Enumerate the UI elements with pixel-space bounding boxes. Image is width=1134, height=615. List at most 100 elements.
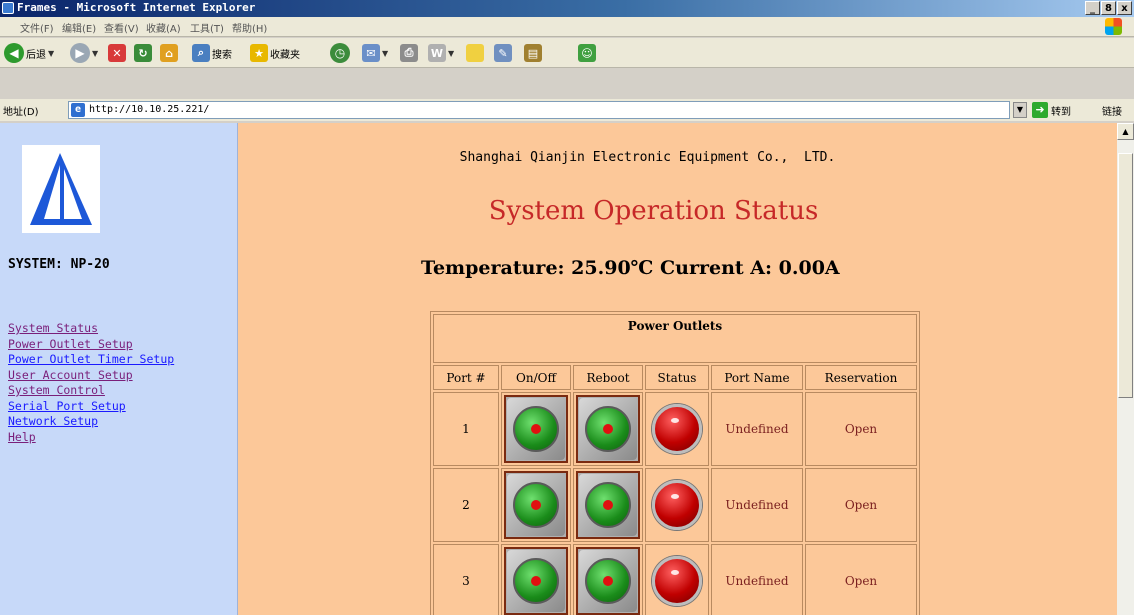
maximize-button[interactable]: 8 [1101,1,1116,15]
status-led-icon [652,480,702,530]
chevron-down-icon: ▼ [92,48,99,58]
chevron-down-icon: ▼ [382,48,389,58]
address-url: http://10.10.25.221/ [89,104,210,115]
home-icon: ⌂ [160,44,178,62]
stop-icon: ✕ [108,44,126,62]
power-switch-icon [585,406,631,452]
pen-icon: ✎ [494,44,512,62]
reboot-button[interactable] [576,395,640,463]
home-button[interactable]: ⌂ [160,42,178,64]
links-toolbar[interactable]: 链接 [1102,103,1122,118]
column-header-status: Status [645,365,709,390]
chevron-down-icon: ▼ [48,48,55,58]
ie-icon [2,2,14,14]
print-icon: ⎙ [400,44,418,62]
page-title: System Operation Status [238,196,1117,226]
menu-edit[interactable]: 编辑(E) [62,20,96,35]
nav-link-help[interactable]: Help [8,430,233,446]
msn-buddy-icon: ☺ [578,44,596,62]
back-button[interactable]: ◀ 后退 ▼ [4,42,54,64]
nav-link-system-control[interactable]: System Control [8,383,233,399]
research-button[interactable]: ▤ [524,42,542,64]
history-button[interactable]: ◷ [330,42,350,64]
go-label: 转到 [1051,106,1071,118]
mail-button[interactable]: ✉ ▼ [362,42,388,64]
edit-button[interactable]: W ▼ [428,42,454,64]
on-off-button[interactable] [504,395,568,463]
address-dropdown-button[interactable]: ▼ [1013,102,1027,118]
power-switch-icon [585,482,631,528]
minimize-button[interactable]: _ [1085,1,1100,15]
star-icon: ★ [250,44,268,62]
refresh-icon: ↻ [134,44,152,62]
window-title: Frames - Microsoft Internet Explorer [17,1,256,14]
windows-logo-icon [1105,18,1122,35]
menu-file[interactable]: 文件(F) [20,20,54,35]
on-off-button[interactable] [504,547,568,615]
favorites-button[interactable]: ★ 收藏夹 [250,42,300,64]
port-number: 1 [433,392,499,466]
search-label: 搜索 [212,49,232,61]
nav-link-serial-port-setup[interactable]: Serial Port Setup [8,399,233,415]
power-switch-icon [513,406,559,452]
reboot-button[interactable] [576,547,640,615]
menu-tools[interactable]: 工具(T) [190,20,224,35]
scroll-up-button[interactable]: ▲ [1117,123,1134,140]
vertical-scrollbar[interactable]: ▲ [1117,123,1134,615]
stop-button[interactable]: ✕ [108,42,126,64]
folder-button[interactable] [466,42,484,64]
window-title-bar[interactable]: Frames - Microsoft Internet Explorer _ 8… [0,0,1134,17]
back-arrow-icon: ◀ [4,43,24,63]
forward-arrow-icon: ▶ [70,43,90,63]
nav-link-user-account-setup[interactable]: User Account Setup [8,368,233,384]
nav-link-system-status[interactable]: System Status [8,321,233,337]
page-icon: e [71,103,85,117]
scroll-thumb[interactable] [1118,153,1133,398]
column-header-reboot: Reboot [573,365,643,390]
search-button[interactable]: ⌕ 搜索 [192,42,232,64]
table-row: 1 Undefined Open [433,392,917,466]
print-button[interactable]: ⎙ [400,42,418,64]
history-icon: ◷ [330,43,350,63]
content-frame: Shanghai Qianjin Electronic Equipment Co… [238,123,1117,615]
favorites-label: 收藏夹 [270,49,300,61]
refresh-button[interactable]: ↻ [134,42,152,64]
menu-favorites[interactable]: 收藏(A) [146,20,181,35]
company-logo [22,145,100,233]
company-name-text: Shanghai Qianjin Electronic Equipment Co… [459,150,836,165]
on-off-button[interactable] [504,471,568,539]
table-row: 3 Undefined Open [433,544,917,615]
back-label: 后退 [26,49,46,61]
nav-link-power-outlet-timer-setup[interactable]: Power Outlet Timer Setup [8,352,188,368]
mail-icon: ✉ [362,44,380,62]
msn-button[interactable]: ☺ [578,42,596,64]
menu-help[interactable]: 帮助(H) [232,20,267,35]
go-button[interactable]: ➜ 转到 [1032,102,1071,118]
reboot-button[interactable] [576,471,640,539]
address-label: 地址(D) [3,107,39,118]
messenger-button[interactable]: ✎ [494,42,512,64]
menu-view[interactable]: 查看(V) [104,20,139,35]
sail-logo-icon [30,153,92,225]
temperature-current-readout: Temperature: 25.90℃ Current A: 0.00A [421,257,840,279]
nav-frame: SYSTEM: NP-20 System Status Power Outlet… [0,123,238,615]
search-icon: ⌕ [192,44,210,62]
folder-icon [466,44,484,62]
nav-link-network-setup[interactable]: Network Setup [8,414,233,430]
forward-button[interactable]: ▶ ▼ [70,42,98,64]
nav-menu: System Status Power Outlet Setup Power O… [8,321,233,445]
close-button[interactable]: x [1117,1,1132,15]
port-name: Undefined [711,392,803,466]
reservation-status: Open [805,392,917,466]
status-led-icon [652,556,702,606]
address-input[interactable]: e http://10.10.25.221/ [68,101,1010,119]
chevron-down-icon: ▼ [448,48,455,58]
toolbar: ◀ 后退 ▼ ▶ ▼ ✕ ↻ ⌂ ⌕ 搜索 ★ 收藏夹 ◷ ✉ ▼ ⎙ W ▼ … [0,38,1134,68]
system-model-label: SYSTEM: NP-20 [8,257,110,272]
column-header-reservation: Reservation [805,365,917,390]
nav-link-power-outlet-setup[interactable]: Power Outlet Setup [8,337,233,353]
power-switch-icon [513,482,559,528]
edit-document-icon: W [428,44,446,62]
port-name: Undefined [711,468,803,542]
menu-bar: 文件(F) 编辑(E) 查看(V) 收藏(A) 工具(T) 帮助(H) [0,17,1134,37]
